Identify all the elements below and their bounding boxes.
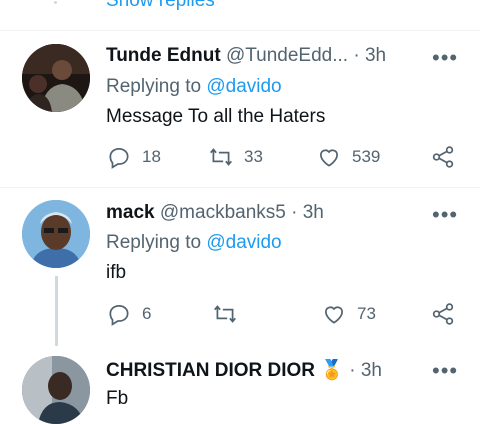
tweet-tunde-ednut[interactable]: Tunde Ednut @TundeEdd... · 3h ••• Replyi… <box>0 31 480 187</box>
tweet-text: ifb <box>106 262 127 283</box>
share-icon <box>432 303 454 325</box>
more-icon[interactable]: ••• <box>432 202 458 228</box>
avatar-image <box>22 44 90 112</box>
display-name[interactable]: Tunde Ednut <box>106 45 221 66</box>
retweet-icon <box>210 148 232 166</box>
reply-count: 18 <box>142 147 161 166</box>
share-button[interactable] <box>430 301 456 327</box>
tweet-header: mack @mackbanks5 · 3h <box>106 202 324 224</box>
retweet-icon <box>214 305 236 323</box>
like-count: 73 <box>357 304 376 323</box>
reply-button[interactable]: 18 <box>106 144 161 170</box>
tweet-header: Tunde Ednut @TundeEdd... · 3h <box>106 45 386 67</box>
separator-dot: · <box>349 360 356 381</box>
avatar[interactable] <box>22 44 90 112</box>
reply-count: 6 <box>142 304 152 323</box>
separator-dot: · <box>291 202 298 223</box>
reply-icon <box>109 148 129 169</box>
more-icon[interactable]: ••• <box>432 45 458 71</box>
avatar[interactable] <box>22 200 90 268</box>
separator-dot: · <box>353 45 360 66</box>
retweet-button[interactable]: 33 <box>208 144 263 170</box>
tweet-christian-dior[interactable]: CHRISTIAN DIOR DIOR 🏅 · 3h ••• Fb <box>0 346 480 424</box>
timestamp[interactable]: 3h <box>361 360 382 381</box>
medal-icon: 🏅 <box>320 360 344 381</box>
tweet-text: Message To all the Haters <box>106 106 326 127</box>
like-icon <box>320 149 338 167</box>
like-count: 539 <box>352 147 381 166</box>
avatar-image <box>22 356 90 424</box>
display-name[interactable]: CHRISTIAN DIOR DIOR <box>106 360 315 381</box>
reply-icon <box>109 305 129 326</box>
tweet-header: CHRISTIAN DIOR DIOR 🏅 · 3h <box>106 358 382 382</box>
user-handle[interactable]: @TundeEdd... <box>226 45 348 66</box>
retweet-button[interactable] <box>212 301 248 327</box>
thread-dots <box>54 0 58 8</box>
share-icon <box>432 146 454 168</box>
thread-line <box>55 276 58 346</box>
timestamp[interactable]: 3h <box>303 202 324 223</box>
timestamp[interactable]: 3h <box>365 45 386 66</box>
replying-to: Replying to @davido <box>106 76 282 98</box>
tweet-mack[interactable]: mack @mackbanks5 · 3h ••• Replying to @d… <box>0 188 480 346</box>
display-name[interactable]: mack <box>106 202 155 223</box>
mention-link[interactable]: @davido <box>206 232 281 253</box>
avatar-image <box>22 200 90 268</box>
replying-to: Replying to @davido <box>106 232 282 254</box>
user-handle[interactable]: @mackbanks5 <box>160 202 286 223</box>
previous-tweet-footer: Show replies <box>0 0 480 30</box>
retweet-count: 33 <box>244 147 263 166</box>
replying-to-label: Replying to <box>106 76 202 97</box>
like-button[interactable]: 539 <box>316 144 380 170</box>
tweet-text: Fb <box>106 388 129 409</box>
reply-button[interactable]: 6 <box>106 301 151 327</box>
like-icon <box>325 306 343 324</box>
share-button[interactable] <box>430 144 456 170</box>
show-replies-link[interactable]: Show replies <box>106 0 215 12</box>
more-icon[interactable]: ••• <box>432 358 458 384</box>
avatar[interactable] <box>22 356 90 424</box>
mention-link[interactable]: @davido <box>206 76 281 97</box>
like-button[interactable]: 73 <box>321 301 376 327</box>
replying-to-label: Replying to <box>106 232 202 253</box>
